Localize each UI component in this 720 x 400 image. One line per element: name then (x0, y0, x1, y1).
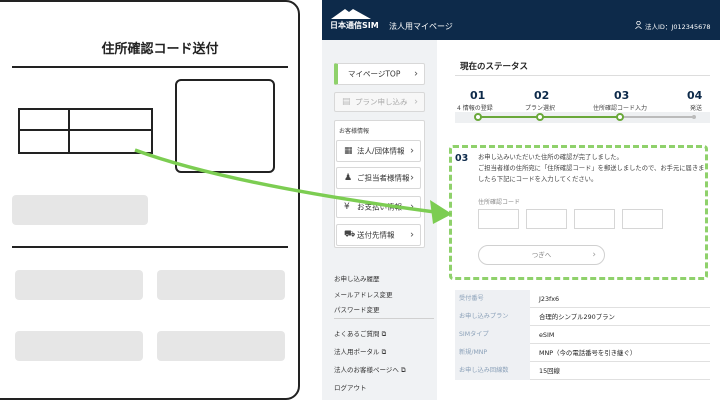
link-application-history[interactable]: お申し込み履歴 (334, 273, 380, 283)
mountain-logo-icon (331, 9, 371, 19)
yen-icon: ¥ (344, 202, 350, 212)
table-key: SIMタイプ (455, 326, 530, 344)
external-link-icon: ⧉ (400, 366, 406, 374)
divider (12, 66, 288, 68)
user-id: 法人ID：J012345678 (645, 23, 711, 31)
step-number: 02 (534, 89, 550, 102)
chevron-right-icon: › (410, 172, 414, 184)
user-icon (635, 21, 642, 29)
table-value: MNP（今の電話番号を引き継ぐ） (539, 349, 637, 357)
text-placeholder (15, 331, 143, 361)
plan-apply-label: プラン申し込み (355, 97, 408, 107)
sidebar-item-label: お支払い情報 (357, 202, 402, 212)
progress-fill (478, 116, 620, 118)
stamp-box (175, 79, 275, 173)
text-placeholder (157, 270, 285, 300)
link-label: 法人用ポータル (334, 348, 380, 356)
step-number: 04 (687, 89, 703, 102)
sidebar-item-contact[interactable]: ♟ ご担当者様情報 › (336, 167, 421, 189)
document-icon: ▤ (342, 97, 351, 107)
table-value: J23fx6 (539, 295, 560, 303)
sidebar-item-label: 送付先情報 (357, 230, 395, 240)
table-row: お申し込みプラン 合理的シンプル290プラン (455, 308, 710, 326)
external-link-icon: ⧉ (381, 348, 387, 356)
table-value: 15回線 (539, 367, 560, 375)
sidebar-item-label: 法人/団体情報 (357, 146, 405, 156)
truck-icon: ⛟ (344, 229, 356, 240)
sidebar-item-label: ご担当者様情報 (357, 173, 410, 183)
step-number: 01 (470, 89, 486, 102)
link-logout[interactable]: ログアウト (334, 382, 367, 392)
step-dot (616, 113, 624, 121)
portal-title: 法人用マイページ (389, 22, 453, 31)
address-placeholder (12, 195, 148, 225)
table-row: 受付番号 J23fx6 (455, 290, 710, 308)
table-row: 新規/MNP MNP（今の電話番号を引き継ぐ） (455, 344, 710, 362)
divider (334, 318, 434, 319)
building-icon: ▦ (344, 146, 353, 156)
divider (68, 110, 70, 152)
link-label: よくあるご質問 (334, 330, 380, 338)
progress-remaining (620, 116, 694, 118)
section-label: お客様情報 (339, 128, 370, 135)
step-label: 発送 (690, 105, 703, 112)
sidebar-item-payment[interactable]: ¥ お支払い情報 › (336, 196, 421, 218)
link-email-change[interactable]: メールアドレス変更 (334, 289, 393, 299)
chevron-right-icon: › (414, 96, 418, 108)
postal-code-box (18, 108, 153, 154)
chevron-right-icon: › (410, 145, 414, 157)
divider (20, 129, 151, 131)
step-number: 03 (614, 89, 630, 102)
highlight-frame (449, 145, 708, 280)
top-bar (322, 0, 720, 40)
plan-apply-button[interactable]: ▤ プラン申し込み › (334, 92, 425, 112)
step-label: 住所確認コード入力 (593, 105, 648, 112)
chevron-right-icon: › (410, 229, 414, 241)
table-key: お申し込みプラン (455, 308, 530, 326)
step-label: プラン選択 (525, 105, 556, 112)
table-row: お申し込み回線数 15回線 (455, 362, 710, 380)
sidebar-item-corporate[interactable]: ▦ 法人/団体情報 › (336, 140, 421, 162)
step-dot (474, 113, 482, 121)
table-value: eSIM (539, 331, 555, 339)
table-key: 受付番号 (455, 290, 530, 308)
link-password-change[interactable]: パスワード変更 (334, 304, 380, 314)
text-placeholder (15, 270, 143, 300)
status-heading: 現在のステータス (460, 62, 529, 72)
sidebar-item-shipping[interactable]: ⛟ 送付先情報 › (336, 224, 421, 246)
link-faq[interactable]: よくあるご質問 ⧉ (334, 328, 386, 339)
step-label: 4 情報の登録 (457, 105, 493, 112)
table-row: SIMタイプ eSIM (455, 326, 710, 344)
table-value: 合理的シンプル290プラン (539, 313, 615, 321)
table-key: 新規/MNP (455, 344, 530, 362)
link-corporate-customer[interactable]: 法人のお客様ページへ ⧉ (334, 364, 406, 375)
step-dot (692, 115, 696, 119)
mypage-top-button[interactable]: マイページTOP › (334, 63, 425, 85)
chevron-right-icon: › (414, 68, 418, 80)
step-dot (536, 113, 544, 121)
link-corporate-portal[interactable]: 法人用ポータル ⧉ (334, 346, 386, 357)
external-link-icon: ⧉ (381, 330, 387, 338)
chevron-right-icon: › (410, 201, 414, 213)
person-icon: ♟ (344, 173, 353, 183)
table-key: お申し込み回線数 (455, 362, 530, 380)
divider (455, 75, 710, 76)
mypage-top-label: マイページTOP (348, 69, 401, 79)
postcard-title: 住所確認コード送付 (101, 42, 219, 57)
divider (12, 246, 288, 248)
logo-text[interactable]: 日本通信SIM (330, 20, 379, 31)
link-label: 法人のお客様ページへ (334, 366, 399, 374)
text-placeholder (157, 331, 285, 361)
